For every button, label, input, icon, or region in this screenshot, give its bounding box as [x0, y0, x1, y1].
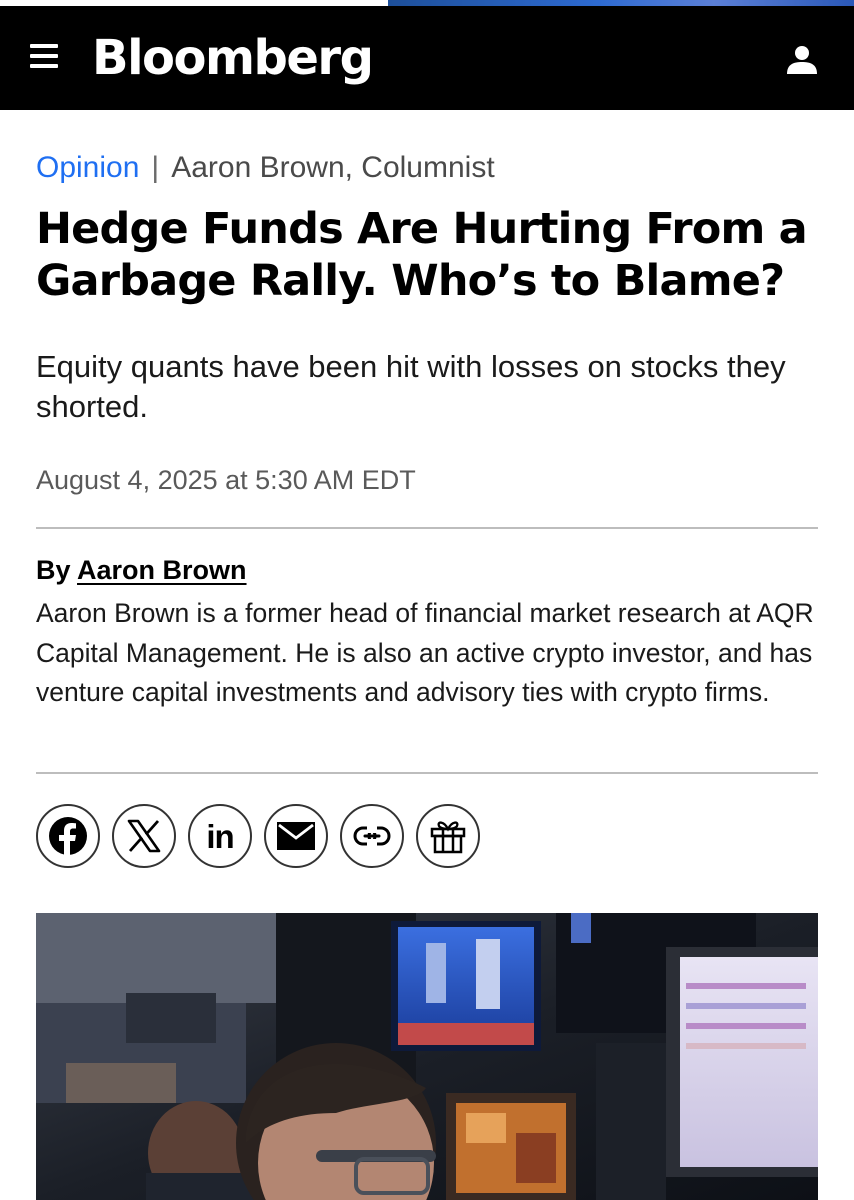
user-account-icon[interactable] [782, 40, 822, 80]
site-header: Bloomberg [0, 6, 854, 110]
email-icon [277, 822, 315, 850]
gift-article-button[interactable] [416, 804, 480, 868]
article-headline: Hedge Funds Are Hurting From a Garbage R… [36, 204, 808, 306]
linkedin-icon: in [206, 817, 234, 855]
author-role: Aaron Brown, Columnist [171, 151, 495, 184]
kicker-divider: | [151, 151, 160, 184]
link-icon [353, 825, 391, 847]
copy-link-button[interactable] [340, 804, 404, 868]
article-kicker: Opinion | Aaron Brown, Columnist [36, 150, 495, 186]
section-link-opinion[interactable]: Opinion [36, 151, 139, 184]
bloomberg-logo[interactable]: Bloomberg [92, 30, 374, 86]
linkedin-share-button[interactable]: in [188, 804, 252, 868]
facebook-share-button[interactable] [36, 804, 100, 868]
hamburger-menu-icon[interactable] [30, 44, 64, 72]
gift-icon [430, 821, 466, 854]
byline-prefix: By [36, 555, 71, 585]
article-dek: Equity quants have been hit with losses … [36, 349, 786, 424]
x-icon [127, 819, 161, 853]
divider-bottom [36, 772, 818, 774]
x-share-button[interactable] [112, 804, 176, 868]
author-bio: Aaron Brown is a former head of financia… [36, 598, 814, 707]
publish-date: August 4, 2025 at 5:30 AM EDT [36, 465, 416, 495]
facebook-icon [49, 817, 87, 856]
trading-floor-photo [36, 913, 818, 1200]
hero-image [36, 913, 818, 1200]
byline-author-link[interactable]: Aaron Brown [77, 555, 247, 585]
divider-top [36, 527, 818, 529]
email-share-button[interactable] [264, 804, 328, 868]
byline: By Aaron Brown [36, 553, 247, 587]
share-bar: in [36, 804, 480, 868]
